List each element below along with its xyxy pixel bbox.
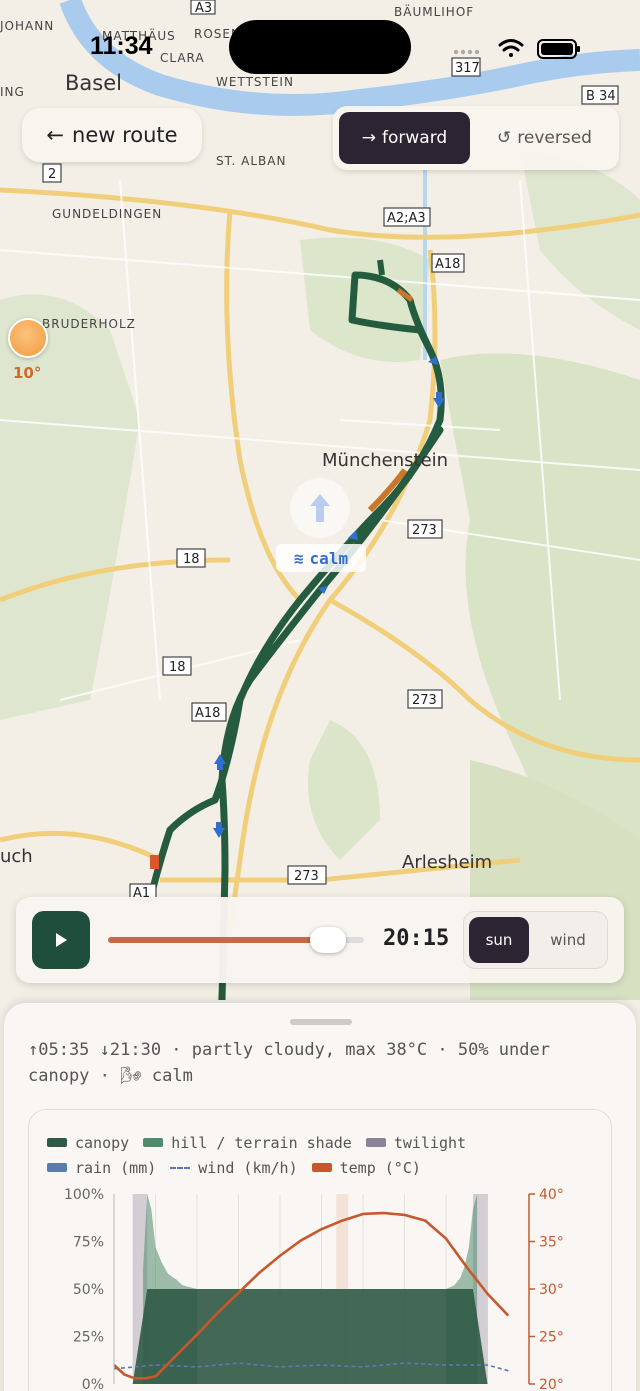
bottom-sheet: ↑05:35 ↓21:30 · partly cloudy, max 38°C … — [4, 1003, 636, 1391]
sun-temperature: 10° — [13, 364, 42, 382]
road-shield: 273 — [287, 865, 327, 885]
y-left-tick-label: 100% — [64, 1187, 104, 1203]
svg-text:2: 2 — [48, 167, 56, 182]
new-route-button[interactable]: ← new route — [22, 108, 202, 162]
play-button[interactable] — [32, 911, 90, 969]
forward-label: forward — [382, 128, 448, 148]
wind-arrow-icon — [310, 494, 330, 522]
district-label: CLARA — [160, 51, 205, 65]
place-label: uch — [0, 846, 33, 867]
wind-icon: ≋ — [293, 548, 304, 568]
svg-text:18: 18 — [169, 660, 186, 675]
mode-toggle: sun wind — [463, 911, 608, 969]
svg-text:18: 18 — [183, 552, 200, 567]
place-label: Basel — [65, 71, 122, 95]
y-right-tick-label: 35° — [539, 1235, 564, 1251]
player-time: 20:15 — [383, 926, 450, 951]
svg-text:B 34: B 34 — [586, 89, 616, 104]
day-summary: ↑05:35 ↓21:30 · partly cloudy, max 38°C … — [28, 1040, 550, 1086]
road-shield: A2;A3 — [383, 207, 431, 227]
reversed-label: reversed — [517, 128, 592, 148]
shade-chart: 100% 75% 50% 25% 0% 40° 35° 30° 25° 20° — [64, 1187, 564, 1391]
wind-label: calm — [309, 548, 349, 568]
dynamic-island — [229, 20, 411, 74]
y-left-tick-label: 25% — [73, 1330, 104, 1346]
road-shield: 317 — [451, 57, 481, 77]
battery-icon — [537, 39, 580, 59]
time-slider-thumb[interactable] — [310, 927, 347, 953]
wind-badge: ≋ calm — [276, 544, 366, 572]
wind-mode-button[interactable]: wind — [534, 917, 602, 963]
place-label: Arlesheim — [402, 852, 492, 873]
road-shield: 18 — [176, 548, 206, 568]
y-right-tick-label: 30° — [539, 1282, 564, 1298]
signal-icon — [453, 49, 480, 55]
arrow-left-icon: ← — [46, 123, 65, 147]
road-shield: A18 — [191, 702, 227, 722]
rotate-icon: ↺ — [497, 128, 512, 148]
road-shield: 2 — [42, 163, 62, 183]
sheet-grabber[interactable] — [290, 1019, 352, 1025]
svg-text:317: 317 — [455, 61, 480, 76]
shade-chart-card: canopy hill / terrain shade twilight rai… — [28, 1109, 612, 1391]
sun-position-marker[interactable] — [8, 318, 48, 358]
wind-direction-indicator — [290, 478, 350, 538]
play-icon — [56, 933, 67, 947]
district-label: GUNDELDINGEN — [52, 207, 162, 221]
district-label: BÄUMLIHOF — [394, 4, 474, 19]
road-shield: 273 — [407, 519, 443, 539]
svg-text:A2;A3: A2;A3 — [387, 211, 426, 226]
reversed-button[interactable]: ↺ reversed — [476, 112, 613, 164]
y-left-tick-label: 50% — [73, 1282, 104, 1298]
sun-mode-button[interactable]: sun — [469, 917, 529, 963]
road-shield: 18 — [162, 656, 192, 676]
district-label: WETTSTEIN — [216, 75, 294, 89]
time-player: 20:15 sun wind — [16, 897, 624, 983]
y-right-tick-label: 25° — [539, 1330, 564, 1346]
wifi-icon — [498, 39, 524, 57]
svg-text:273: 273 — [412, 523, 437, 538]
direction-toggle: → forward ↺ reversed — [333, 106, 619, 170]
road-shield: 273 — [407, 689, 443, 709]
time-slider-fill — [108, 937, 329, 943]
district-label: ING — [0, 85, 25, 99]
road-shield: B 34 — [581, 85, 619, 105]
svg-text:273: 273 — [412, 693, 437, 708]
road-shield: A18 — [431, 253, 465, 273]
route-hotspot — [150, 855, 159, 869]
district-label: BRUDERHOLZ — [42, 317, 136, 331]
road-shield: A3 — [190, 0, 216, 16]
y-right-tick-label: 40° — [539, 1187, 564, 1203]
place-label: Münchenstein — [322, 450, 448, 471]
y-left-tick-label: 75% — [73, 1235, 104, 1251]
y-left-tick-label: 0% — [82, 1377, 104, 1391]
district-label: JOHANN — [0, 19, 54, 33]
y-right-tick-label: 20° — [539, 1377, 564, 1391]
svg-text:A3: A3 — [195, 1, 212, 16]
status-icons — [453, 39, 580, 59]
route-line — [377, 259, 385, 276]
forward-button[interactable]: → forward — [339, 112, 470, 164]
status-time: 11:34 — [90, 32, 153, 60]
district-label: ST. ALBAN — [216, 154, 286, 168]
arrow-right-icon: → — [361, 128, 377, 148]
svg-text:273: 273 — [294, 869, 319, 884]
svg-text:A18: A18 — [195, 706, 220, 721]
canopy-area — [132, 1289, 488, 1384]
new-route-label: new route — [72, 123, 178, 147]
svg-text:A18: A18 — [435, 257, 460, 272]
